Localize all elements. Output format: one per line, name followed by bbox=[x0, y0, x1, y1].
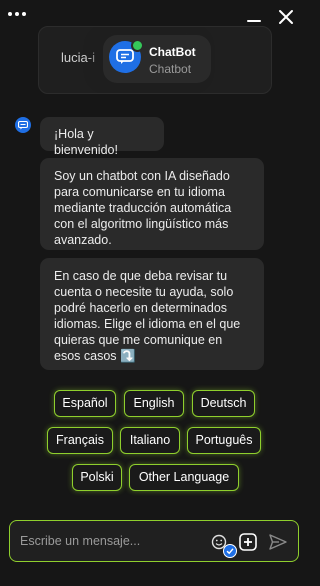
chat-header-card: lucia-i ChatBot Chatbot bbox=[38, 26, 272, 94]
message-input[interactable] bbox=[20, 532, 208, 550]
chatbot-small-avatar-icon bbox=[15, 117, 31, 133]
more-dots-icon[interactable] bbox=[8, 12, 26, 16]
minimize-icon[interactable] bbox=[247, 20, 261, 22]
language-option-english[interactable]: English bbox=[124, 390, 184, 417]
language-option-german[interactable]: Deutsch bbox=[192, 390, 255, 417]
bot-name: ChatBot bbox=[149, 45, 196, 59]
send-icon[interactable] bbox=[268, 533, 288, 551]
add-attachment-icon[interactable] bbox=[239, 533, 257, 551]
bot-profile-chip[interactable]: ChatBot Chatbot bbox=[103, 35, 211, 83]
message-bubble: Soy un chatbot con IA diseñado para comu… bbox=[40, 158, 264, 250]
user-name: lucia-i bbox=[61, 50, 95, 65]
language-option-spanish[interactable]: Español bbox=[54, 390, 116, 417]
language-option-french[interactable]: Français bbox=[47, 427, 113, 454]
bot-role: Chatbot bbox=[149, 62, 192, 76]
message-bubble: ¡Hola y bienvenido! bbox=[40, 117, 164, 157]
language-option-other[interactable]: Other Language bbox=[129, 464, 239, 491]
online-status-dot bbox=[131, 39, 144, 52]
language-option-portuguese[interactable]: Português bbox=[187, 427, 261, 454]
message-composer bbox=[9, 520, 299, 562]
close-icon[interactable] bbox=[278, 9, 294, 25]
message-bubble: En caso de que deba revisar tu cuenta o … bbox=[40, 258, 264, 370]
check-badge-icon bbox=[223, 544, 237, 558]
language-option-italian[interactable]: Italiano bbox=[120, 427, 180, 454]
language-option-polish[interactable]: Polski bbox=[72, 464, 122, 491]
